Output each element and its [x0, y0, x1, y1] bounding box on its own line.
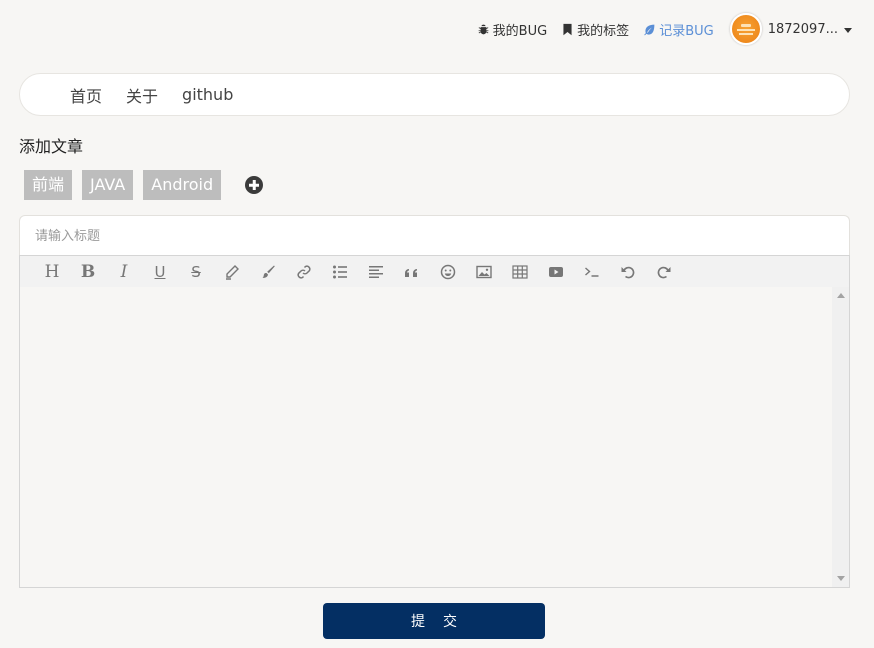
italic-icon[interactable]: I	[106, 255, 142, 288]
my-tags-label: 我的标签	[577, 23, 630, 39]
heading-icon[interactable]: H	[34, 255, 70, 288]
editor-scrollbar[interactable]	[832, 287, 849, 587]
redo-icon[interactable]	[646, 255, 682, 288]
record-bug-label: 记录BUG	[659, 23, 714, 39]
username[interactable]: 1872097...	[768, 22, 838, 37]
tag-frontend[interactable]: 前端	[24, 170, 73, 200]
nav-home[interactable]: 首页	[70, 83, 102, 107]
editor-toolbar: H B I U S	[19, 255, 850, 288]
tag-list: 前端 JAVA Android	[24, 170, 264, 200]
my-bug-label: 我的BUG	[492, 23, 548, 39]
link-icon[interactable]	[286, 255, 322, 288]
leaf-icon	[644, 24, 655, 35]
bookmark-icon	[563, 23, 572, 35]
tag-android[interactable]: Android	[143, 170, 222, 200]
quote-icon[interactable]	[394, 255, 430, 288]
record-bug-link[interactable]: 记录BUG	[643, 20, 714, 39]
title-input[interactable]	[19, 215, 850, 256]
avatar-logo-line	[738, 32, 753, 35]
my-tags-link[interactable]: 我的标签	[561, 20, 629, 39]
main-nav: 首页 关于 github	[19, 73, 850, 116]
caret-down-icon[interactable]	[844, 27, 852, 33]
video-icon[interactable]	[538, 255, 574, 288]
editor-body[interactable]	[19, 287, 850, 588]
page-title: 添加文章	[19, 137, 84, 156]
my-bug-link[interactable]: 我的BUG	[477, 20, 548, 39]
scroll-down-icon[interactable]	[837, 576, 845, 581]
brush-icon[interactable]	[250, 255, 286, 288]
table-icon[interactable]	[502, 255, 538, 288]
underline-icon[interactable]: U	[142, 255, 178, 288]
add-tag-icon[interactable]	[245, 176, 264, 194]
undo-icon[interactable]	[610, 255, 646, 288]
emoji-icon[interactable]	[430, 255, 466, 288]
bullet-list-icon[interactable]	[322, 255, 358, 288]
avatar[interactable]	[729, 13, 762, 45]
image-icon[interactable]	[466, 255, 502, 288]
nav-about[interactable]: 关于	[126, 83, 158, 107]
align-left-icon[interactable]	[358, 255, 394, 288]
avatar-logo-mark	[740, 23, 751, 27]
scroll-up-icon[interactable]	[837, 293, 845, 298]
tag-java[interactable]: JAVA	[82, 170, 134, 200]
bold-icon[interactable]: B	[70, 255, 106, 288]
pen-icon[interactable]	[214, 255, 250, 288]
nav-github[interactable]: github	[182, 85, 233, 104]
strikethrough-icon[interactable]: S	[178, 255, 214, 288]
submit-button[interactable]: 提交	[323, 603, 545, 639]
code-icon[interactable]	[574, 255, 610, 288]
avatar-logo-line	[736, 28, 755, 31]
bug-icon	[478, 24, 489, 34]
top-bar: 我的BUG 我的标签 记录BUG 1872097...	[463, 12, 852, 46]
